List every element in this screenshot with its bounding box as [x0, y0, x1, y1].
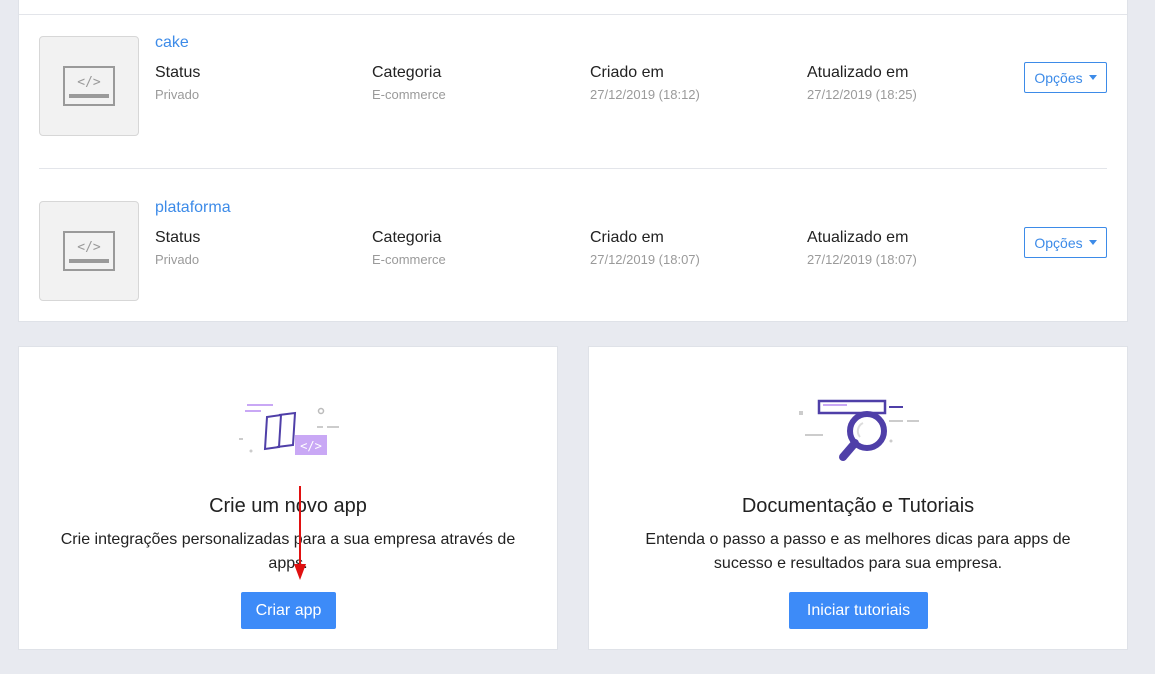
- caret-down-icon: [1088, 240, 1097, 245]
- app-name-link[interactable]: plataforma: [155, 199, 231, 217]
- code-window-icon: </>: [63, 66, 115, 106]
- updated-field: Atualizado em 27/12/2019 (18:07): [807, 229, 917, 267]
- category-label: Categoria: [372, 229, 442, 246]
- magnifier-illustration-icon: [589, 395, 1127, 465]
- created-value: 27/12/2019 (18:12): [590, 87, 700, 102]
- category-field: Categoria E-commerce: [372, 64, 446, 102]
- updated-label: Atualizado em: [807, 229, 909, 246]
- app-thumbnail[interactable]: </>: [39, 36, 139, 136]
- created-label: Criado em: [590, 229, 664, 246]
- app-thumbnail[interactable]: </>: [39, 201, 139, 301]
- annotation-arrow: [294, 486, 306, 580]
- options-dropdown-button[interactable]: Opções: [1024, 62, 1107, 93]
- options-label: Opções: [1034, 69, 1083, 86]
- options-dropdown-button[interactable]: Opções: [1024, 227, 1107, 258]
- category-value: E-commerce: [372, 87, 446, 102]
- create-app-title: Crie um novo app: [209, 495, 367, 517]
- category-label: Categoria: [372, 64, 442, 81]
- status-label: Status: [155, 229, 201, 246]
- create-app-card: </> Crie um novo app Crie integrações pe…: [18, 346, 558, 650]
- status-value: Privado: [155, 252, 200, 267]
- docs-description: Entenda o passo a passo e as melhores di…: [645, 531, 1071, 572]
- updated-label: Atualizado em: [807, 64, 909, 81]
- code-window-icon: </>: [63, 231, 115, 271]
- docs-tutorials-card: Documentação e Tutoriais Entenda o passo…: [588, 346, 1128, 650]
- updated-value: 27/12/2019 (18:07): [807, 252, 917, 267]
- svg-text:</>: </>: [77, 75, 101, 90]
- create-app-description: Crie integrações personalizadas para a s…: [60, 531, 516, 572]
- category-value: E-commerce: [372, 252, 446, 267]
- caret-down-icon: [1088, 75, 1097, 80]
- row-divider: [39, 168, 1107, 169]
- options-label: Opções: [1034, 234, 1083, 251]
- created-field: Criado em 27/12/2019 (18:07): [590, 229, 700, 267]
- status-field: Status Privado: [155, 64, 200, 102]
- apps-list-panel: </> cake Status Privado Categoria E-comm…: [18, 0, 1128, 322]
- app-row: </> cake Status Privado Categoria E-comm…: [39, 34, 1107, 156]
- app-row: </> plataforma Status Privado Categoria …: [39, 199, 1107, 321]
- status-label: Status: [155, 64, 201, 81]
- status-field: Status Privado: [155, 229, 200, 267]
- status-value: Privado: [155, 87, 200, 102]
- svg-text:</>: </>: [300, 439, 322, 453]
- app-code-illustration-icon: </>: [19, 395, 557, 465]
- created-label: Criado em: [590, 64, 664, 81]
- svg-text:</>: </>: [77, 240, 101, 255]
- updated-field: Atualizado em 27/12/2019 (18:25): [807, 64, 917, 102]
- created-value: 27/12/2019 (18:07): [590, 252, 700, 267]
- app-name-link[interactable]: cake: [155, 34, 189, 52]
- docs-title: Documentação e Tutoriais: [741, 495, 975, 517]
- create-app-button[interactable]: Criar app: [241, 592, 336, 629]
- start-tutorials-button[interactable]: Iniciar tutoriais: [789, 592, 928, 629]
- updated-value: 27/12/2019 (18:25): [807, 87, 917, 102]
- created-field: Criado em 27/12/2019 (18:12): [590, 64, 700, 102]
- panel-top-divider: [19, 14, 1127, 15]
- category-field: Categoria E-commerce: [372, 229, 446, 267]
